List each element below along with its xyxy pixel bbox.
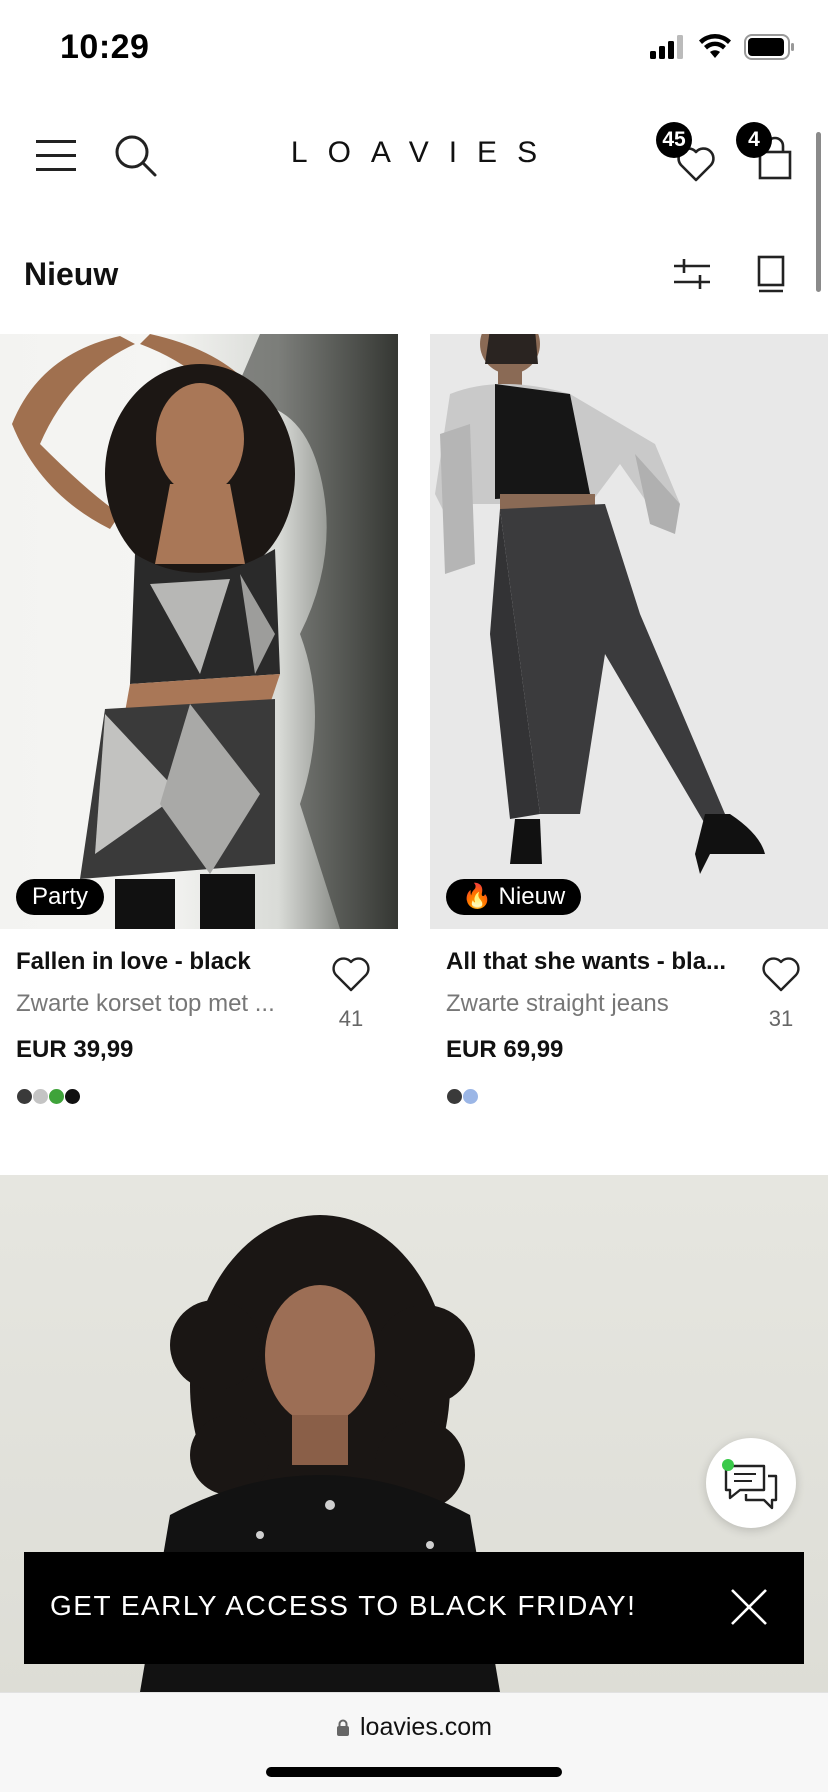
chat-bubbles-icon [722, 1459, 778, 1510]
wishlist-button[interactable]: 45 [656, 122, 716, 182]
color-swatches [16, 1088, 81, 1105]
battery-icon [744, 34, 794, 60]
color-swatch[interactable] [462, 1088, 479, 1105]
product-image[interactable]: Party [0, 334, 398, 929]
site-header: LOAVIES 45 4 [0, 100, 828, 210]
color-swatch[interactable] [64, 1088, 81, 1105]
color-swatch[interactable] [48, 1088, 65, 1105]
product-tag: 🔥 Nieuw [446, 879, 582, 915]
product-description: Zwarte korset top met ... [16, 990, 275, 1017]
filter-button[interactable] [672, 256, 712, 292]
color-swatches [446, 1088, 479, 1105]
product-tag: Party [16, 879, 105, 915]
cart-count-badge: 4 [736, 122, 772, 158]
url-content: loavies.com [0, 1713, 828, 1742]
heart-icon [332, 957, 370, 992]
product-description: Zwarte straight jeans [446, 990, 669, 1017]
close-icon [731, 1589, 767, 1625]
color-swatch[interactable] [446, 1088, 463, 1105]
promo-banner[interactable]: GET EARLY ACCESS TO BLACK FRIDAY! [24, 1552, 804, 1664]
chat-button[interactable] [706, 1438, 796, 1528]
filter-sliders-icon [674, 259, 710, 289]
status-icons [650, 34, 796, 60]
color-swatch[interactable] [32, 1088, 49, 1105]
promo-text: GET EARLY ACCESS TO BLACK FRIDAY! [50, 1590, 637, 1621]
wishlist-count-badge: 45 [656, 122, 692, 158]
view-toggle-button[interactable] [756, 254, 786, 294]
product-price: EUR 39,99 [16, 1036, 134, 1063]
like-count: 31 [768, 1006, 794, 1031]
cellular-signal-icon [650, 35, 683, 59]
product-image[interactable]: 🔥 Nieuw [430, 334, 828, 929]
page-scrollbar[interactable] [816, 132, 821, 292]
model-photo-party-outfit [12, 334, 398, 929]
product-name[interactable]: All that she wants - bla... [446, 948, 736, 976]
wifi-icon [699, 34, 731, 58]
lock-icon [337, 1719, 349, 1736]
like-count: 41 [338, 1006, 364, 1031]
status-bar: 10:29 [0, 0, 828, 100]
product-card[interactable]: 🔥 Nieuw All that she wants - bla... Zwar… [430, 334, 828, 1114]
product-card[interactable]: Party Fallen in love - black Zwarte kors… [0, 334, 398, 1114]
cart-button[interactable]: 4 [736, 122, 796, 180]
color-swatch[interactable] [16, 1088, 33, 1105]
section-title: Nieuw [24, 256, 119, 292]
close-banner-button[interactable] [728, 1586, 770, 1628]
single-column-view-icon [757, 255, 785, 293]
heart-icon [762, 957, 800, 992]
model-photo-jeans-outfit [435, 334, 765, 874]
online-status-dot [722, 1459, 734, 1471]
status-time: 10:29 [60, 28, 150, 66]
product-name[interactable]: Fallen in love - black [16, 948, 306, 976]
product-price: EUR 69,99 [446, 1036, 564, 1063]
like-button[interactable] [330, 954, 372, 994]
home-indicator [266, 1767, 562, 1777]
like-button[interactable] [760, 954, 802, 994]
browser-url-bar[interactable]: loavies.com [0, 1692, 828, 1792]
url-text: loavies.com [360, 1713, 492, 1741]
